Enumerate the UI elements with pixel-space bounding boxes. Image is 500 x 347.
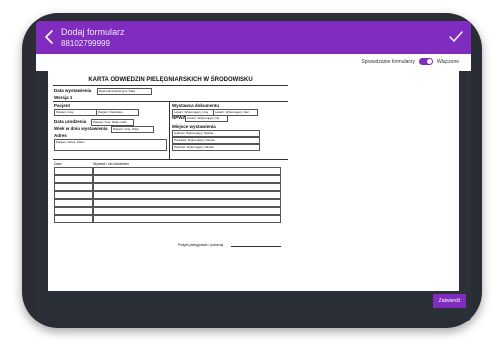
date-cell[interactable] bbox=[54, 183, 93, 191]
document-title: KARTA ODWIEDZIN PIELĘGNIARSKICH W ŚRODOW… bbox=[88, 77, 253, 83]
date-cell[interactable] bbox=[54, 191, 93, 199]
place-field-2[interactable]: Poradnia, Wykonujący; Nazwa bbox=[172, 137, 260, 144]
app-screen: Dodaj formularz 88102799999 Sprawdzanie … bbox=[36, 21, 471, 321]
section-rule bbox=[53, 101, 288, 102]
column-divider bbox=[169, 101, 170, 159]
interview-cell[interactable] bbox=[93, 175, 281, 183]
validation-toggle-state: Włączone bbox=[437, 58, 459, 65]
check-icon[interactable] bbox=[449, 31, 463, 43]
birth-date-label: Data urodzenia bbox=[54, 119, 87, 124]
interview-cell[interactable] bbox=[93, 215, 281, 223]
title-rule bbox=[53, 85, 288, 86]
date-cell[interactable] bbox=[54, 215, 93, 223]
signature-label: Podpis pielęgniarki / położnej bbox=[178, 243, 224, 247]
interview-cell[interactable] bbox=[93, 183, 281, 191]
npwz-label: NPWZ bbox=[172, 115, 186, 120]
patient-surname-field[interactable]: Pacjent; Nazwisko bbox=[96, 109, 139, 116]
patient-id: 88102799999 bbox=[61, 39, 110, 48]
interview-cell[interactable] bbox=[93, 199, 281, 207]
birth-date-field[interactable]: Pacjent; Imię; Data urodz bbox=[91, 119, 134, 126]
issue-date-label: Data wystawienia bbox=[54, 88, 92, 93]
validation-toggle[interactable] bbox=[419, 58, 434, 65]
app-footer: Zatwierdź bbox=[36, 291, 471, 321]
age-field[interactable]: Pacjent; Imię; Wiek bbox=[111, 126, 154, 133]
version-label: Wersja 1 bbox=[54, 95, 73, 100]
visit-table bbox=[53, 167, 283, 223]
interview-cell[interactable] bbox=[93, 167, 281, 175]
back-arrow-icon[interactable] bbox=[42, 29, 56, 45]
signature-line bbox=[231, 246, 281, 247]
interview-cell[interactable] bbox=[93, 191, 281, 199]
npwz-field[interactable]: Lekarz, Wykonujący; Nu bbox=[185, 115, 228, 122]
form-toolbar: Sprawdzanie formularzy Włączone bbox=[36, 54, 471, 71]
date-cell[interactable] bbox=[54, 167, 93, 175]
date-cell[interactable] bbox=[54, 175, 93, 183]
age-label: Wiek w dniu wystawienia bbox=[54, 126, 108, 131]
place-field-1[interactable]: Gabinet, Wykonujący; Nazwa bbox=[172, 130, 260, 137]
issuer-label: Wystawca dokumentu bbox=[172, 103, 220, 108]
place-field-3[interactable]: Podmiot, Wykonujący; Nazwa bbox=[172, 144, 260, 151]
submit-button[interactable]: Zatwierdź bbox=[433, 294, 466, 308]
table-header-date: Data bbox=[54, 162, 62, 166]
page-title: Dodaj formularz bbox=[61, 27, 125, 37]
app-header: Dodaj formularz 88102799999 bbox=[36, 21, 471, 54]
issue-date-field[interactable]: Data administracyjna; Data bbox=[97, 88, 152, 95]
table-header-interview: Wywiad i cel odwiedzin bbox=[93, 162, 129, 166]
place-label: Miejsce wystawienia bbox=[172, 124, 216, 129]
validation-toggle-label: Sprawdzanie formularzy bbox=[361, 58, 416, 65]
patient-name-field[interactable]: Pacjent; Imię bbox=[54, 109, 97, 116]
address-field[interactable]: Pacjent; Adres; Pełen bbox=[54, 139, 167, 151]
patient-label: Pacjent bbox=[54, 103, 71, 108]
address-label: Adres bbox=[54, 133, 67, 138]
date-cell[interactable] bbox=[54, 199, 93, 207]
date-cell[interactable] bbox=[54, 207, 93, 215]
interview-cell[interactable] bbox=[93, 207, 281, 215]
table-top-rule bbox=[53, 159, 288, 160]
form-document: KARTA ODWIEDZIN PIELĘGNIARSKICH W ŚRODOW… bbox=[48, 71, 459, 291]
